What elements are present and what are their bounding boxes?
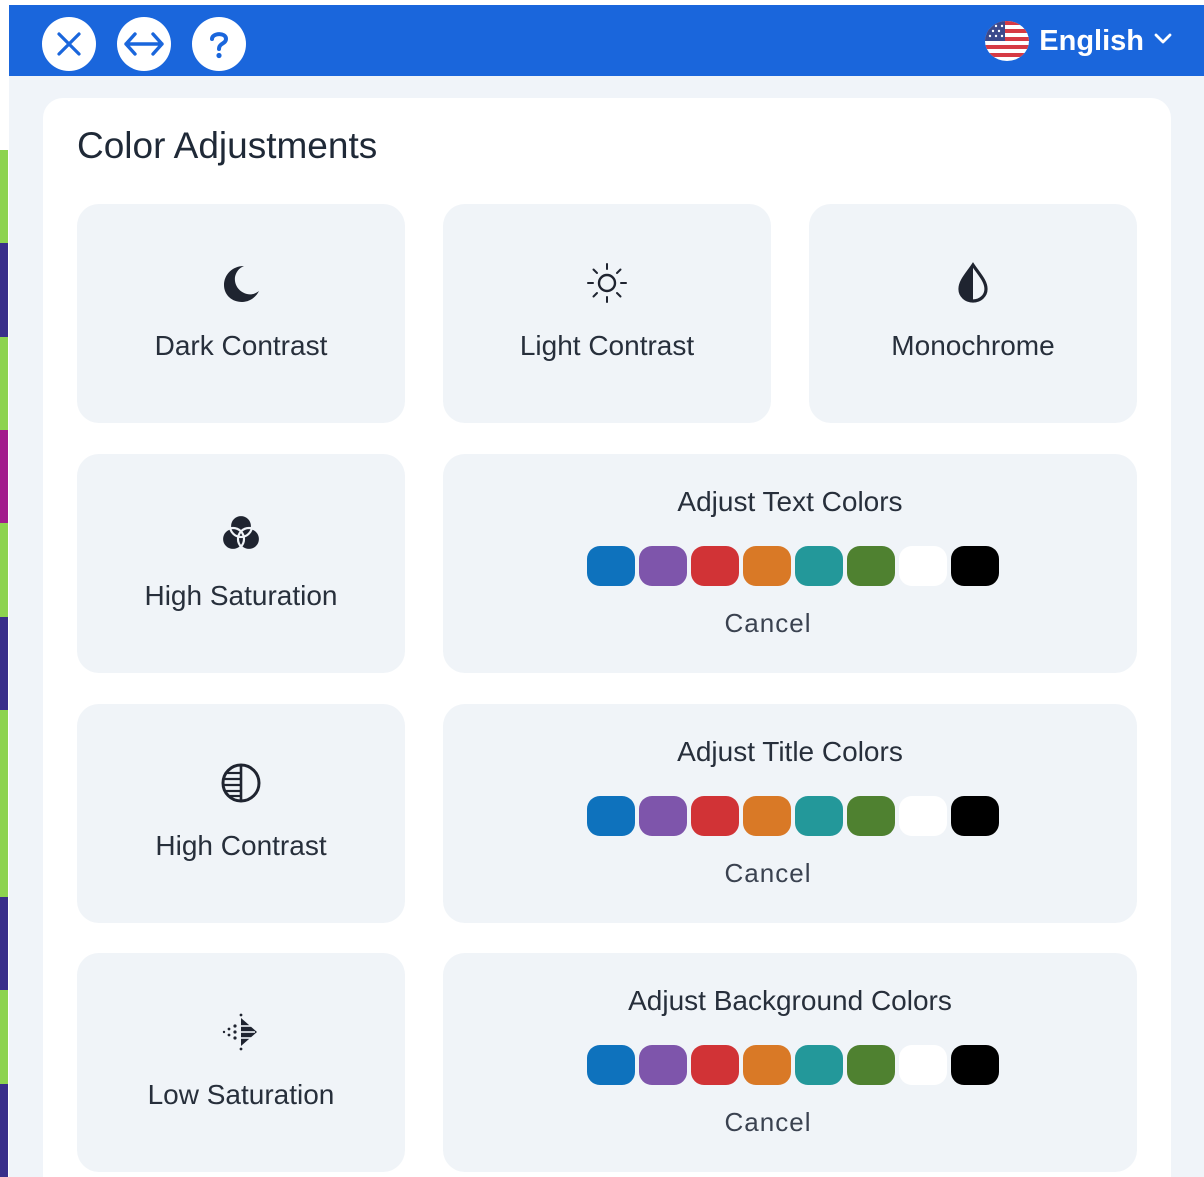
high-saturation-label: High Saturation <box>144 580 338 611</box>
swatch-white[interactable] <box>899 796 947 836</box>
swatch-teal[interactable] <box>795 796 843 836</box>
adjust-title-colors-title: Adjust Title Colors <box>677 736 903 767</box>
low-saturation-label: Low Saturation <box>147 1079 335 1110</box>
half-circle-icon <box>218 760 264 806</box>
swatch-white[interactable] <box>899 546 947 586</box>
swatch-blue[interactable] <box>587 546 635 586</box>
high-contrast-label: High Contrast <box>155 830 327 861</box>
high-contrast-button[interactable]: High Contrast <box>77 704 405 923</box>
swatch-red[interactable] <box>691 796 739 836</box>
dark-contrast-label: Dark Contrast <box>154 330 328 361</box>
light-contrast-label: Light Contrast <box>519 330 695 361</box>
swatch-black[interactable] <box>951 1045 999 1085</box>
help-button[interactable] <box>192 17 246 71</box>
swatch-orange[interactable] <box>743 1045 791 1085</box>
light-contrast-button[interactable]: Light Contrast <box>443 204 771 423</box>
language-selector[interactable]: English <box>985 21 1172 61</box>
cancel-title-colors-button[interactable]: Cancel <box>443 858 1093 889</box>
swatch-purple[interactable] <box>639 546 687 586</box>
title-color-swatches <box>587 796 999 836</box>
cancel-text-colors-button[interactable]: Cancel <box>443 608 1093 639</box>
chevron-down-icon <box>1154 32 1172 50</box>
accessibility-widget: English Color Adjustments Dark Contrast <box>0 0 1204 1177</box>
swatch-blue[interactable] <box>587 796 635 836</box>
swatch-orange[interactable] <box>743 796 791 836</box>
close-icon <box>55 30 83 58</box>
expand-button[interactable] <box>117 17 171 71</box>
drop-icon <box>950 260 996 306</box>
swatch-green[interactable] <box>847 1045 895 1085</box>
monochrome-button[interactable]: Monochrome <box>809 204 1137 423</box>
swatch-teal[interactable] <box>795 546 843 586</box>
horizontal-arrows-icon <box>122 29 166 59</box>
moon-icon <box>218 260 264 306</box>
dotted-triangle-icon <box>218 1009 264 1055</box>
swatch-red[interactable] <box>691 1045 739 1085</box>
adjust-text-colors-panel: Adjust Text Colors Cancel <box>443 454 1137 673</box>
adjust-title-colors-panel: Adjust Title Colors Cancel <box>443 704 1137 923</box>
low-saturation-button[interactable]: Low Saturation <box>77 953 405 1172</box>
monochrome-label: Monochrome <box>891 330 1055 361</box>
widget-header: English <box>9 5 1204 76</box>
swatch-red[interactable] <box>691 546 739 586</box>
swatch-black[interactable] <box>951 546 999 586</box>
swatch-green[interactable] <box>847 546 895 586</box>
swatch-white[interactable] <box>899 1045 947 1085</box>
high-saturation-button[interactable]: High Saturation <box>77 454 405 673</box>
circles-icon <box>218 510 264 556</box>
swatch-blue[interactable] <box>587 1045 635 1085</box>
swatch-black[interactable] <box>951 796 999 836</box>
dark-contrast-button[interactable]: Dark Contrast <box>77 204 405 423</box>
adjust-background-colors-title: Adjust Background Colors <box>628 985 952 1016</box>
swatch-orange[interactable] <box>743 546 791 586</box>
text-color-swatches <box>587 546 999 586</box>
swatch-purple[interactable] <box>639 1045 687 1085</box>
background-page-edge <box>0 150 8 1177</box>
us-flag-icon <box>985 21 1030 61</box>
adjust-background-colors-panel: Adjust Background Colors Cancel <box>443 953 1137 1172</box>
close-button[interactable] <box>42 17 96 71</box>
section-title: Color Adjustments <box>77 125 378 166</box>
adjust-text-colors-title: Adjust Text Colors <box>677 486 903 517</box>
swatch-teal[interactable] <box>795 1045 843 1085</box>
swatch-green[interactable] <box>847 796 895 836</box>
cancel-background-colors-button[interactable]: Cancel <box>443 1107 1093 1138</box>
language-label: English <box>1039 24 1144 57</box>
swatch-purple[interactable] <box>639 796 687 836</box>
sun-icon <box>584 260 630 306</box>
background-color-swatches <box>587 1045 999 1085</box>
question-icon <box>205 29 233 59</box>
